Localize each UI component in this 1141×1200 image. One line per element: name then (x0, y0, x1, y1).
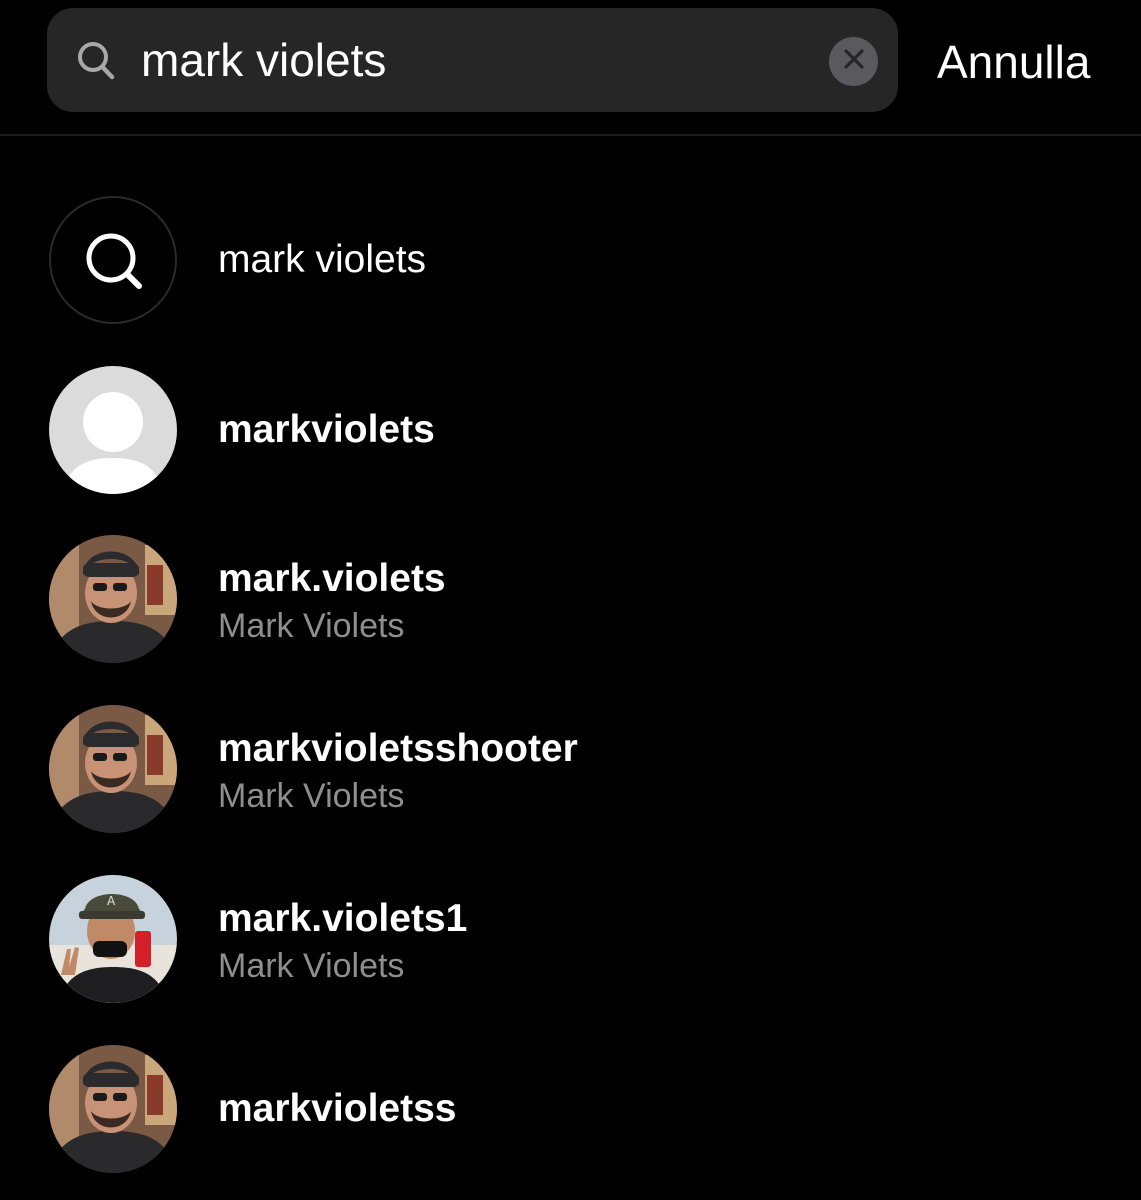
full-name: Mark Violets (218, 947, 405, 985)
search-suggestion-row[interactable]: mark violets (0, 196, 1141, 336)
username: markviolets (218, 408, 435, 451)
search-field[interactable] (47, 8, 898, 112)
svg-text:A: A (107, 894, 116, 908)
search-input[interactable] (141, 30, 801, 90)
username: mark.violets (218, 557, 446, 600)
clear-search-button[interactable] (829, 37, 878, 86)
profile-photo-avatar (49, 535, 177, 663)
user-result-row[interactable]: markvioletss (0, 1045, 1141, 1185)
full-name: Mark Violets (218, 777, 405, 815)
profile-photo-avatar (49, 705, 177, 833)
profile-photo-avatar (49, 1045, 177, 1173)
close-icon (843, 48, 865, 75)
cancel-button[interactable]: Annulla (937, 34, 1090, 90)
user-result-row[interactable]: markviolets (0, 366, 1141, 506)
profile-photo-avatar: A (49, 875, 177, 1003)
user-result-row[interactable]: markvioletsshooter Mark Violets (0, 705, 1141, 845)
search-suggestion-icon-circle (49, 196, 177, 324)
user-result-row[interactable]: mark.violets Mark Violets (0, 535, 1141, 675)
search-suggestion-text: mark violets (218, 238, 427, 281)
user-result-row[interactable]: A mark.violets1 Mark Violets (0, 875, 1141, 1015)
search-icon (51, 198, 175, 322)
full-name: Mark Violets (218, 607, 405, 645)
search-header: Annulla (0, 0, 1141, 136)
username: markvioletss (218, 1087, 457, 1130)
username: markvioletsshooter (218, 727, 578, 770)
search-icon (76, 39, 116, 80)
username: mark.violets1 (218, 897, 468, 940)
default-avatar-icon (49, 366, 177, 494)
